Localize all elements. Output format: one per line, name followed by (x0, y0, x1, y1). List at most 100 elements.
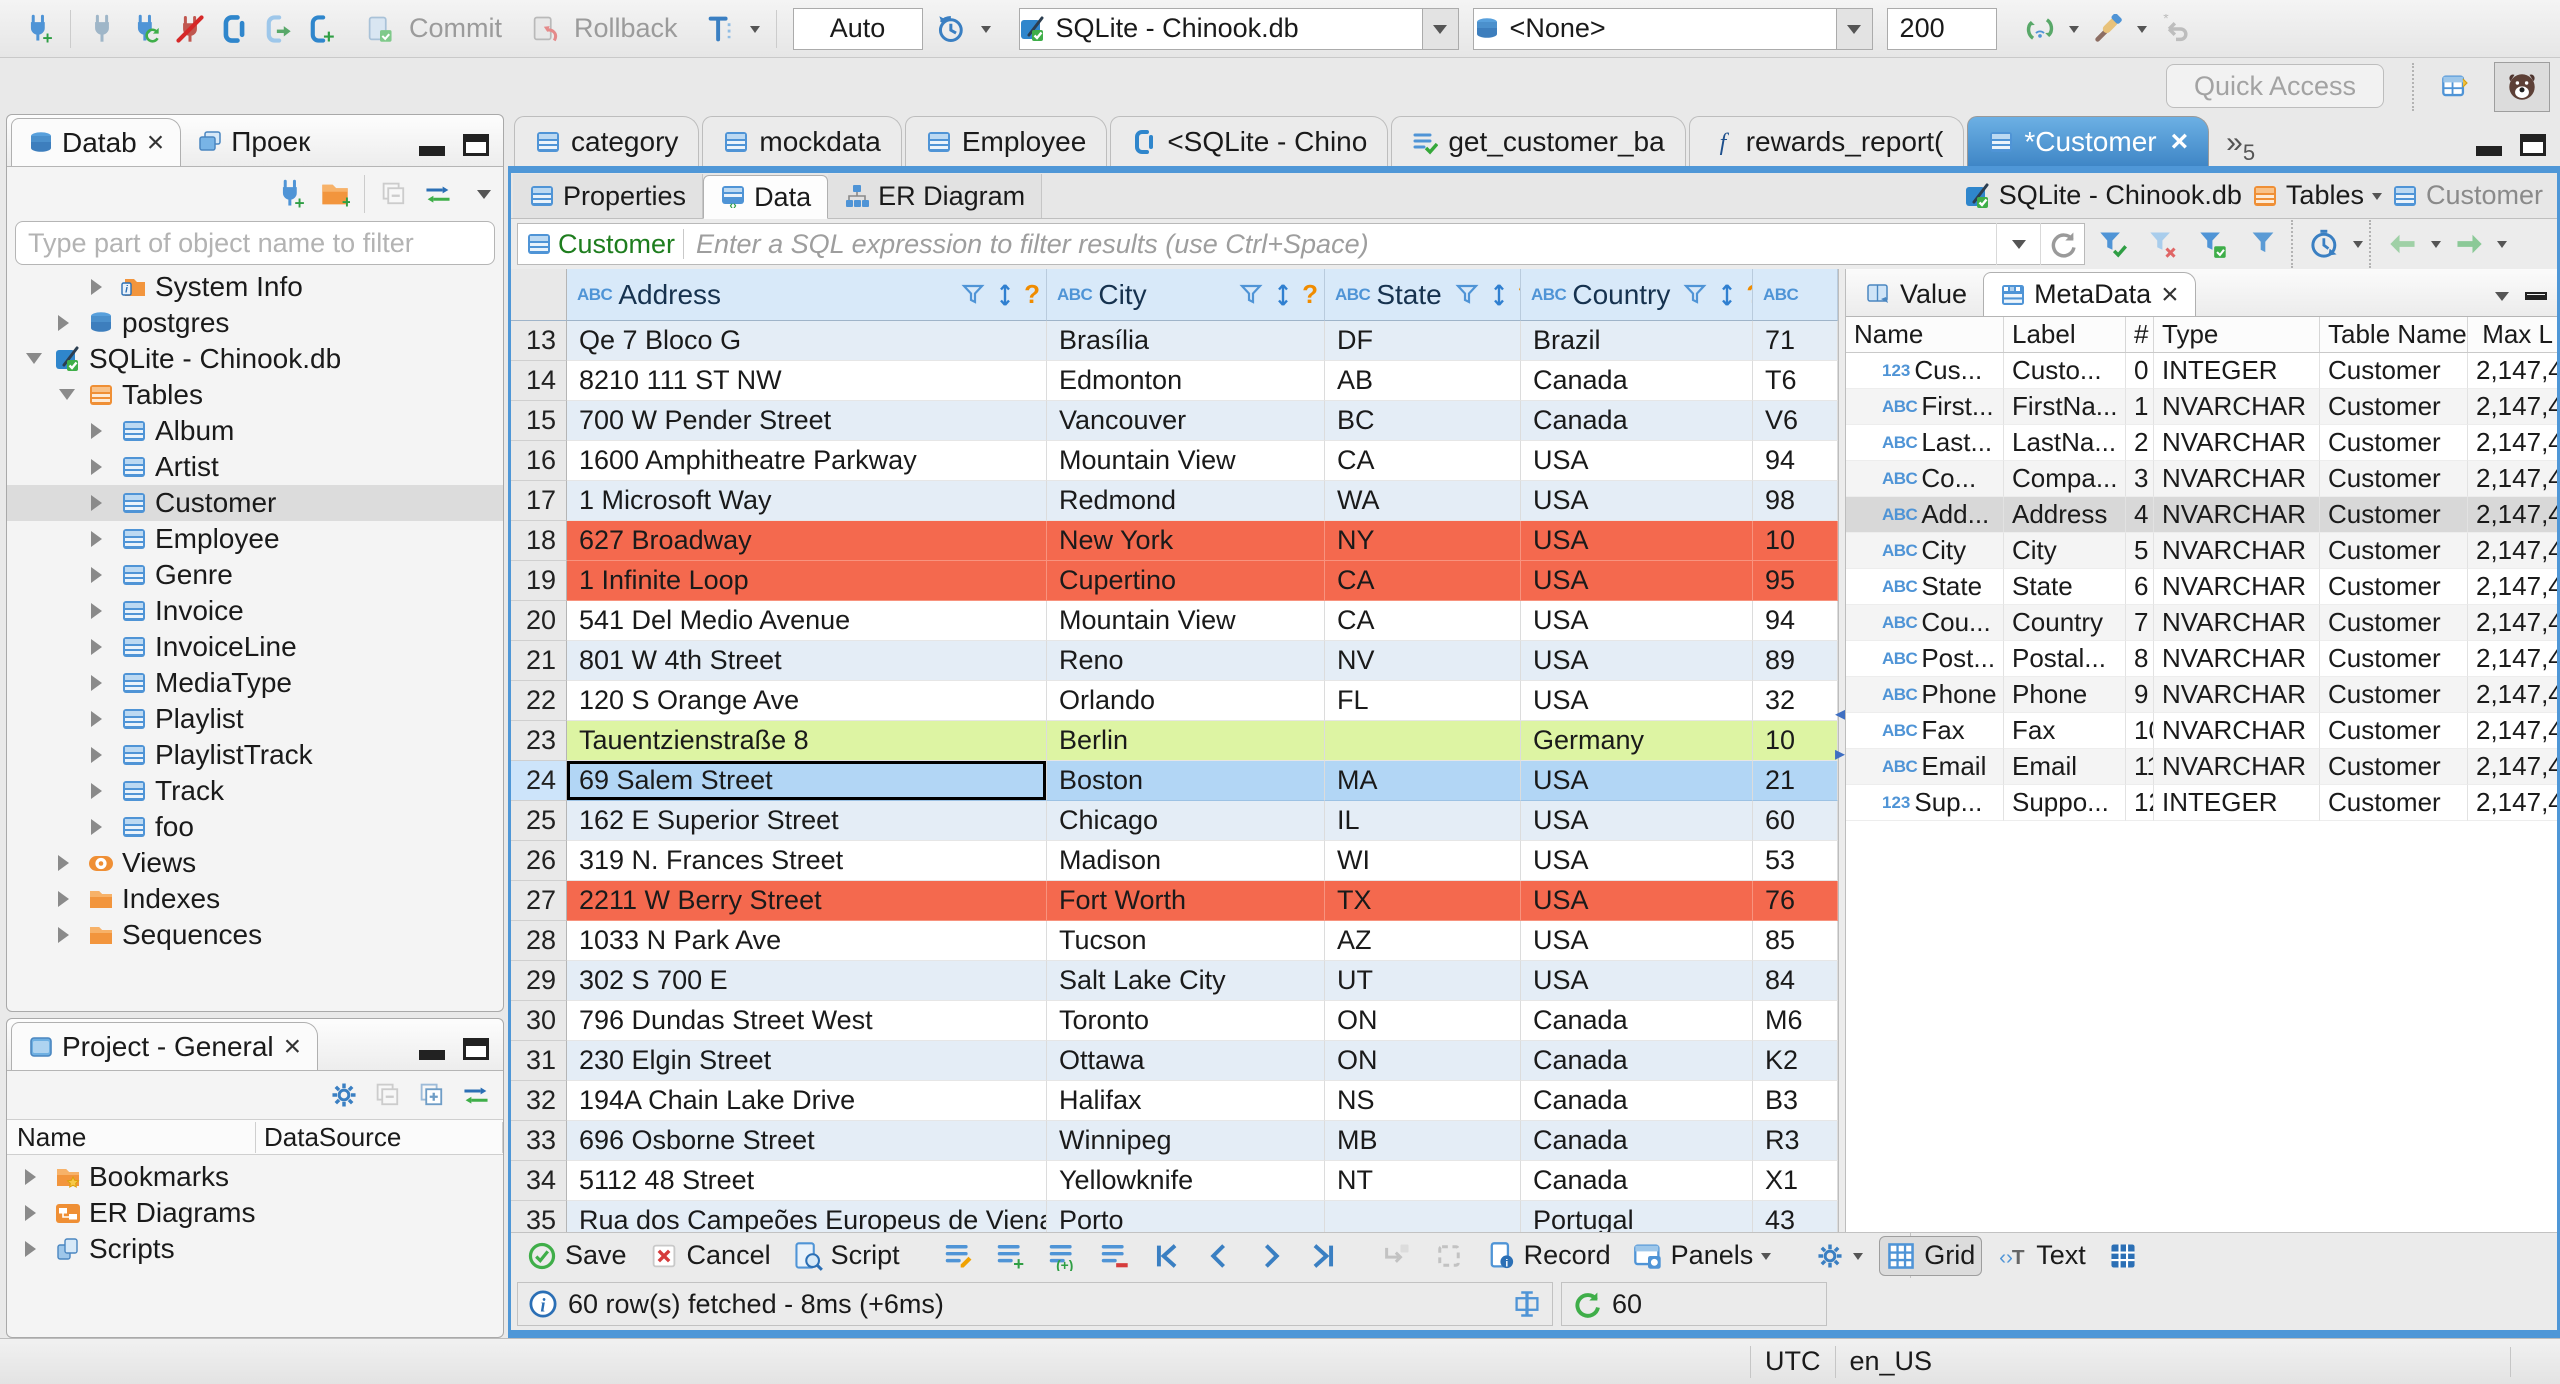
column-header-name[interactable]: Name (7, 1122, 255, 1153)
duplicate-row-button[interactable]: (+) (1042, 1236, 1084, 1276)
tab-project-general[interactable]: Project - General × (11, 1022, 319, 1070)
cell-postal-code[interactable]: 94 (1753, 601, 1838, 641)
save-button[interactable]: Save (521, 1236, 633, 1276)
link-with-editor-icon[interactable] (461, 1080, 491, 1110)
cell-postal-code[interactable]: R3 (1753, 1121, 1838, 1161)
meta-column-header-max-length[interactable]: Max L (2468, 317, 2557, 352)
previous-row-button[interactable] (1198, 1236, 1240, 1276)
cell-state[interactable]: CA (1325, 561, 1521, 601)
cell-address[interactable]: 1033 N Park Ave (567, 921, 1047, 961)
filter-history-dropdown[interactable] (1996, 223, 2040, 265)
new-folder-icon[interactable]: + (320, 179, 350, 209)
close-icon[interactable]: × (147, 126, 165, 160)
project-item-scripts[interactable]: Scripts (7, 1231, 503, 1267)
cell-address[interactable]: Rua dos Campeões Europeus de Viena, 4350 (567, 1201, 1047, 1232)
reconnect-icon[interactable] (131, 14, 161, 44)
cell-country[interactable]: USA (1521, 961, 1753, 1001)
tree-item-mediatype[interactable]: MediaType (7, 665, 503, 701)
cell-city[interactable]: Edmonton (1047, 361, 1325, 401)
tree-item-employee[interactable]: Employee (7, 521, 503, 557)
remove-filter-icon[interactable] (2141, 223, 2185, 265)
cell-state[interactable]: ON (1325, 1041, 1521, 1081)
minimize-icon[interactable] (419, 146, 445, 156)
cell-country[interactable]: USA (1521, 441, 1753, 481)
open-sql-script-icon[interactable] (263, 14, 293, 44)
cell-address[interactable]: 1 Infinite Loop (567, 561, 1047, 601)
cell-state[interactable]: NY (1325, 521, 1521, 561)
metadata-row-city[interactable]: ABCCityCity5NVARCHARCustomer2,147,483,64… (1846, 533, 2557, 569)
grid-settings-button[interactable] (1809, 1236, 1869, 1276)
row-number[interactable]: 20 (511, 601, 567, 641)
cell-address[interactable]: 319 N. Frances Street (567, 841, 1047, 881)
rollback-button[interactable]: Rollback (518, 13, 690, 44)
cell-state[interactable]: DF (1325, 321, 1521, 361)
cell-postal-code[interactable]: K2 (1753, 1041, 1838, 1081)
maximize-icon[interactable] (2520, 134, 2546, 156)
view-menu-icon[interactable] (477, 190, 491, 206)
panel-splitter[interactable]: ◂ ▸ (1835, 269, 1846, 1232)
column-header-address[interactable]: ABC Address? (567, 269, 1047, 321)
edit-cell-button[interactable] (938, 1236, 980, 1276)
cell-city[interactable]: Toronto (1047, 1001, 1325, 1041)
record-button[interactable]: i Record (1480, 1236, 1617, 1276)
database-select[interactable]: <None> (1472, 7, 1873, 50)
cell-postal-code[interactable]: 43 (1753, 1201, 1838, 1232)
tree-item-foo[interactable]: foo (7, 809, 503, 845)
cell-address[interactable]: 796 Dundas Street West (567, 1001, 1047, 1041)
cell-address[interactable]: 801 W 4th Street (567, 641, 1047, 681)
expand-arrow-icon[interactable] (21, 1205, 47, 1221)
row-number[interactable]: 27 (511, 881, 567, 921)
cell-city[interactable]: Halifax (1047, 1081, 1325, 1121)
cell-country[interactable]: Canada (1521, 1041, 1753, 1081)
meta-column-header-name[interactable]: Name (1846, 317, 2004, 352)
cell-postal-code[interactable]: 95 (1753, 561, 1838, 601)
first-row-button[interactable] (1146, 1236, 1188, 1276)
cell-city[interactable]: Orlando (1047, 681, 1325, 721)
sql-editor-icon[interactable] (219, 14, 249, 44)
cell-state[interactable]: WA (1325, 481, 1521, 521)
editor-tab-sqlite-chino[interactable]: <SQLite - Chino (1110, 116, 1389, 166)
cell-state[interactable]: TX (1325, 881, 1521, 921)
column-header-state[interactable]: ABCState? (1325, 269, 1521, 321)
cell-city[interactable]: Vancouver (1047, 401, 1325, 441)
row-number[interactable]: 21 (511, 641, 567, 681)
cell-address[interactable]: 230 Elgin Street (567, 1041, 1047, 1081)
commit-button[interactable]: Commit (353, 13, 514, 44)
cell-state[interactable]: NT (1325, 1161, 1521, 1201)
expand-arrow-icon[interactable] (87, 747, 113, 763)
cell-state[interactable]: NS (1325, 1081, 1521, 1121)
expand-arrow-icon[interactable] (87, 603, 113, 619)
custom-filter-icon[interactable] (2241, 223, 2285, 265)
cell-country[interactable]: USA (1521, 521, 1753, 561)
cell-address[interactable]: 1 Microsoft Way (567, 481, 1047, 521)
cell-postal-code[interactable]: 98 (1753, 481, 1838, 521)
column-header-datasource[interactable]: DataSource (255, 1121, 503, 1153)
expand-arrow-icon[interactable] (87, 279, 113, 295)
cell-country[interactable]: Canada (1521, 1161, 1753, 1201)
row-number[interactable]: 33 (511, 1121, 567, 1161)
tab-database-navigator[interactable]: Datab × (11, 118, 182, 166)
cell-postal-code[interactable]: M6 (1753, 1001, 1838, 1041)
tab-projects[interactable]: Проек (181, 118, 326, 166)
cell-postal-code[interactable]: 85 (1753, 921, 1838, 961)
expand-arrow-icon[interactable] (87, 711, 113, 727)
cell-address[interactable]: 627 Broadway (567, 521, 1047, 561)
row-number[interactable]: 18 (511, 521, 567, 561)
row-number[interactable]: 19 (511, 561, 567, 601)
cell-country[interactable]: Canada (1521, 1081, 1753, 1121)
apply-filter-icon[interactable] (2091, 223, 2135, 265)
cell-address[interactable]: 700 W Pender Street (567, 401, 1047, 441)
cell-postal-code[interactable]: 10 (1753, 521, 1838, 561)
expand-arrow-icon[interactable] (87, 783, 113, 799)
expand-arrow-icon[interactable] (21, 1169, 47, 1185)
maximize-icon[interactable] (463, 1038, 489, 1060)
splitter-expand-icon[interactable]: ▸ (1835, 744, 1845, 764)
cell-city[interactable]: Ottawa (1047, 1041, 1325, 1081)
meta-column-header-label[interactable]: Label (2004, 317, 2126, 352)
row-number[interactable]: 22 (511, 681, 567, 721)
cell-address[interactable]: 120 S Orange Ave (567, 681, 1047, 721)
refresh-icon[interactable] (2040, 223, 2084, 265)
transaction-log-icon[interactable] (937, 14, 967, 44)
tree-item-sequences[interactable]: Sequences (7, 917, 503, 953)
cell-city[interactable]: Mountain View (1047, 601, 1325, 641)
